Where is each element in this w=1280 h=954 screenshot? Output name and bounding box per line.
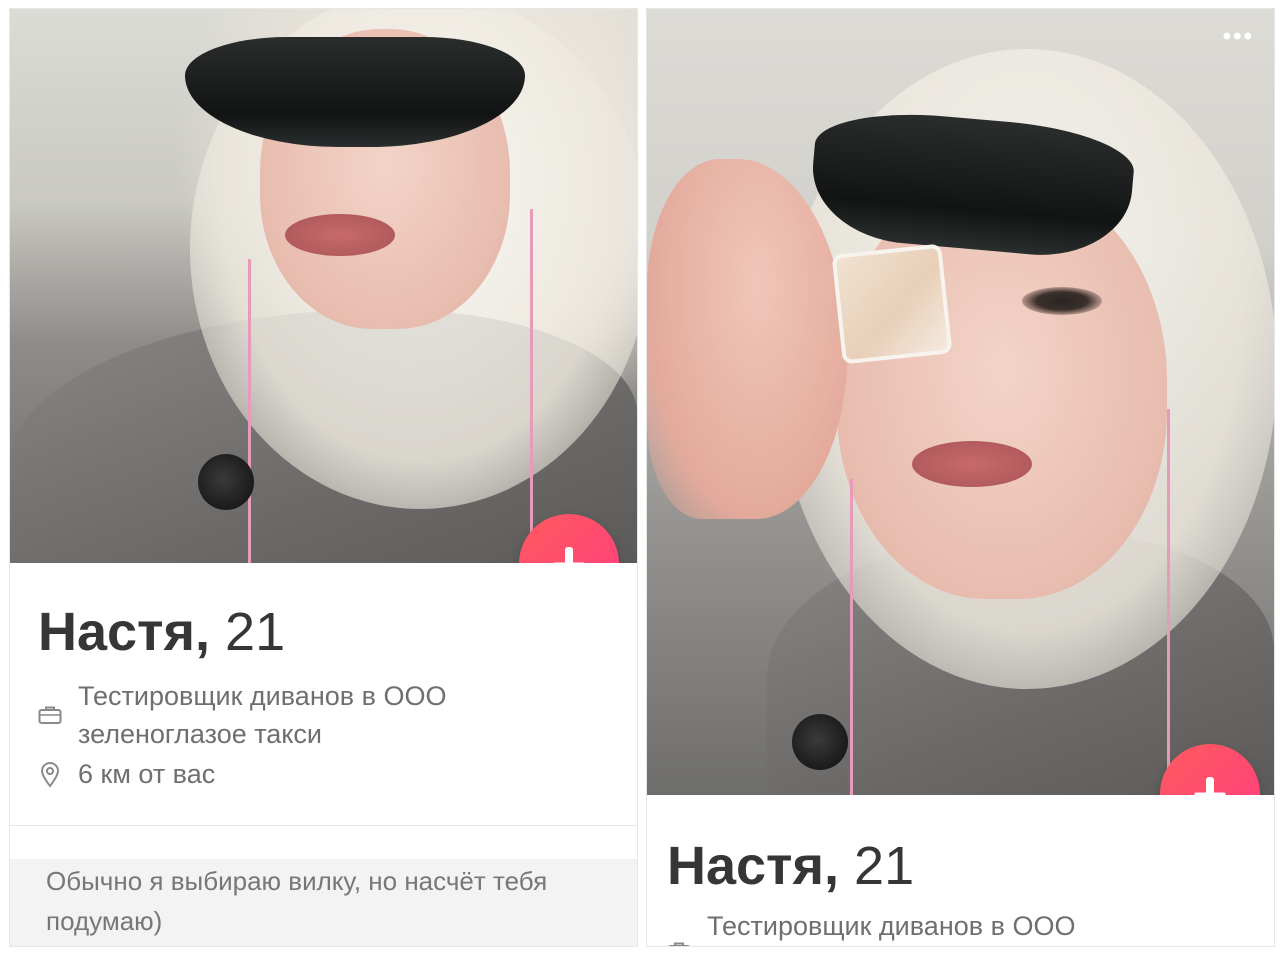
briefcase-icon — [38, 705, 62, 730]
profile-distance: 6 км от вас — [78, 759, 216, 789]
profile-job: Тестировщик диванов в ООО зеленоглазое т… — [78, 681, 447, 749]
profile-name: Настя, — [38, 602, 211, 662]
more-dots-icon[interactable]: ••• — [1223, 23, 1254, 51]
profile-age: 21 — [225, 602, 286, 662]
profile-photo[interactable]: ••• — [647, 9, 1274, 795]
profile-name: Настя, — [667, 836, 840, 896]
profile-bio: Обычно я выбираю вилку, но насчёт тебя п… — [46, 866, 548, 936]
profile-photo[interactable] — [10, 9, 637, 563]
divider — [10, 825, 637, 826]
profile-card-right: ••• Настя, 21 Тестировщик диванов в ООО — [646, 8, 1275, 947]
profile-info: Настя, 21 Тестировщик диванов в ООО — [647, 795, 1274, 946]
profile-card-left: Настя, 21 Тестировщик диванов в ООО зеле… — [9, 8, 638, 947]
location-pin-icon — [40, 762, 60, 793]
profile-name-age: Настя, 21 — [667, 835, 914, 897]
profile-info: Настя, 21 Тестировщик диванов в ООО зеле… — [10, 563, 637, 946]
profile-name-age: Настя, 21 — [38, 601, 285, 663]
eye-bandage — [831, 243, 953, 365]
briefcase-icon — [667, 941, 691, 946]
profile-age: 21 — [854, 836, 915, 896]
profile-job: Тестировщик диванов в ООО — [707, 911, 1076, 941]
collage: Настя, 21 Тестировщик диванов в ООО зеле… — [0, 0, 1280, 954]
